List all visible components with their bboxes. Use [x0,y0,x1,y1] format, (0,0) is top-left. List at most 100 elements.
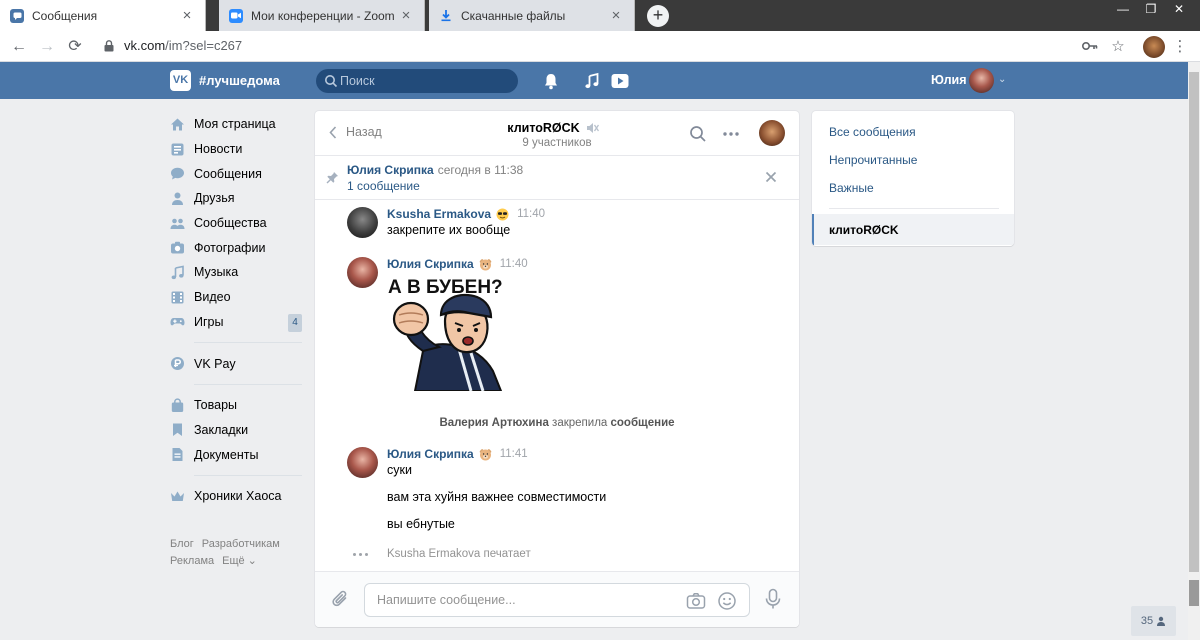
nav-item-photos[interactable]: Фотографии [170,235,302,260]
chat-title: клитоRØCK [507,121,580,135]
browser-tab-zoom[interactable]: Мои конференции - Zoom × [219,0,425,31]
search-icon[interactable] [689,125,707,143]
footer-link-developers[interactable]: Разработчикам [202,538,280,550]
nav-item-my-page[interactable]: Моя страница [170,112,302,137]
music-icon [171,265,184,280]
close-window-icon[interactable]: ✕ [1164,0,1194,20]
sender-avatar[interactable] [347,257,378,288]
message-item: Ksusha Ermakova 11:40 закрепите их вообщ… [347,207,787,247]
system-object-link[interactable]: сообщение [611,417,675,429]
bookmark-icon [173,423,182,437]
header-user-avatar[interactable] [969,68,994,93]
nav-item-messages[interactable]: Сообщения [170,161,302,186]
forward-arrow-icon[interactable]: → [36,36,58,58]
sender-avatar[interactable] [347,207,378,238]
lock-icon[interactable] [104,40,114,52]
sender-avatar[interactable] [347,447,378,478]
search-input[interactable] [340,69,510,93]
vk-logo[interactable]: VK [170,70,191,91]
camera-icon[interactable] [686,591,706,611]
message-text: суки [387,463,412,477]
url-path: /im?sel=c267 [165,38,243,53]
nav-item-communities[interactable]: Сообщества [170,211,302,236]
more-options-icon[interactable] [722,125,740,143]
profile-avatar[interactable] [1143,36,1165,58]
filter-important[interactable]: Важные [829,181,874,195]
browser-tab-title: Скачанные файлы [461,8,566,23]
message-time[interactable]: 11:41 [500,448,528,460]
message-text: вы ебнутые [387,517,455,531]
microphone-icon[interactable] [763,588,783,610]
system-actor[interactable]: Валерия Артюхина [439,417,548,429]
pinned-text[interactable]: 1 сообщение [347,179,420,193]
footer-link-blog[interactable]: Блог [170,538,194,550]
nav-item-label: Документы [194,447,259,462]
pinned-author-name: Юлия Скрипка [347,163,434,177]
nav-item-games[interactable]: Игры 4 [170,310,302,335]
sender-name[interactable]: Юлия Скрипка 11:40 [387,257,528,271]
nav-item-vk-pay[interactable]: VK Pay [170,351,302,376]
header-user-name[interactable]: Юлия [931,73,967,87]
vk-brand-hashtag[interactable]: #лучшедома [199,73,280,88]
nav-item-friends[interactable]: Друзья [170,186,302,211]
close-tab-icon[interactable]: × [608,7,624,24]
browser-tab-messages[interactable]: Сообщения × [0,0,206,31]
selected-conversation-label: клитоRØCK [829,223,899,237]
address-bar[interactable]: vk.com/im?sel=c267 [124,38,242,53]
news-icon [171,143,184,156]
search-box[interactable] [316,69,518,93]
chat-avatar[interactable] [759,120,785,146]
nav-item-bookmarks[interactable]: Закладки [170,418,302,443]
bookmark-star-icon[interactable]: ☆ [1108,37,1128,57]
message-input-box[interactable] [364,583,750,617]
nav-item-documents[interactable]: Документы [170,442,302,467]
nav-item-label: Видео [194,290,231,305]
close-tab-icon[interactable]: × [398,7,414,24]
footer-link-ads[interactable]: Реклама [170,555,214,567]
filter-unread[interactable]: Непрочитанные [829,153,917,167]
reload-icon[interactable]: ⟳ [64,36,86,58]
sender-name[interactable]: Ksusha Ermakova 11:40 [387,207,545,221]
music-note-icon[interactable] [582,71,602,91]
menu-kebab-icon[interactable]: ⋮ [1170,37,1190,57]
bell-icon[interactable] [541,71,561,91]
close-tab-icon[interactable]: × [179,7,195,24]
key-icon[interactable] [1080,37,1100,57]
nav-item-label: Музыка [194,265,239,280]
nav-item-video[interactable]: Видео [170,285,302,310]
browser-tab-downloads[interactable]: Скачанные файлы × [429,0,635,31]
chevron-down-icon[interactable]: ⌄ [998,74,1006,85]
footer-link-more[interactable]: Ещё ⌄ [222,555,257,567]
selected-conversation[interactable]: клитоRØCK [812,214,1014,245]
play-icon[interactable] [610,71,630,91]
pinned-author[interactable]: Юлия Скрипка сегодня в 11:38 [347,163,523,177]
paperclip-icon[interactable] [331,590,351,610]
pinned-message-bar[interactable]: Юлия Скрипка сегодня в 11:38 1 сообщение [315,156,799,200]
maximize-window-icon[interactable]: ❐ [1136,0,1166,20]
message-text: вам эта хуйня важнее совместимости [387,490,607,504]
browser-tabstrip: Сообщения × Мои конференции - Zoom × Ска… [0,0,1200,31]
video-icon [171,291,184,304]
browser-tab-title: Сообщения [32,8,98,23]
message-time[interactable]: 11:40 [517,208,545,220]
back-arrow-icon[interactable]: ← [8,36,30,58]
close-icon[interactable] [763,169,779,185]
message-time[interactable]: 11:40 [500,258,528,270]
vk-header: VK #лучшедома Юлия ⌄ [0,62,1188,99]
nav-item-music[interactable]: Музыка [170,260,302,285]
sender-name[interactable]: Юлия Скрипка 11:41 [387,447,528,461]
nav-item-chaos-chronicles[interactable]: Хроники Хаоса [170,484,302,509]
nav-item-goods[interactable]: Товары [170,393,302,418]
online-friends-counter[interactable]: 35 [1131,606,1176,636]
nav-item-news[interactable]: Новости [170,137,302,162]
browser-toolbar: ← → ⟳ vk.com/im?sel=c267 ☆ ⋮ [0,31,1200,62]
nav-item-label: Моя страница [194,117,276,132]
filter-all-messages[interactable]: Все сообщения [829,125,916,139]
page-scrollbar-thumb[interactable] [1189,72,1199,572]
page-scrollbar-thumb-lower[interactable] [1189,580,1199,606]
new-tab-button[interactable]: + [647,5,669,27]
minimize-window-icon[interactable]: — [1108,0,1138,20]
emoji-smile-icon[interactable] [717,591,737,611]
sticker-image[interactable]: А В БУБЕН? [385,273,515,391]
message-input[interactable] [377,584,677,616]
